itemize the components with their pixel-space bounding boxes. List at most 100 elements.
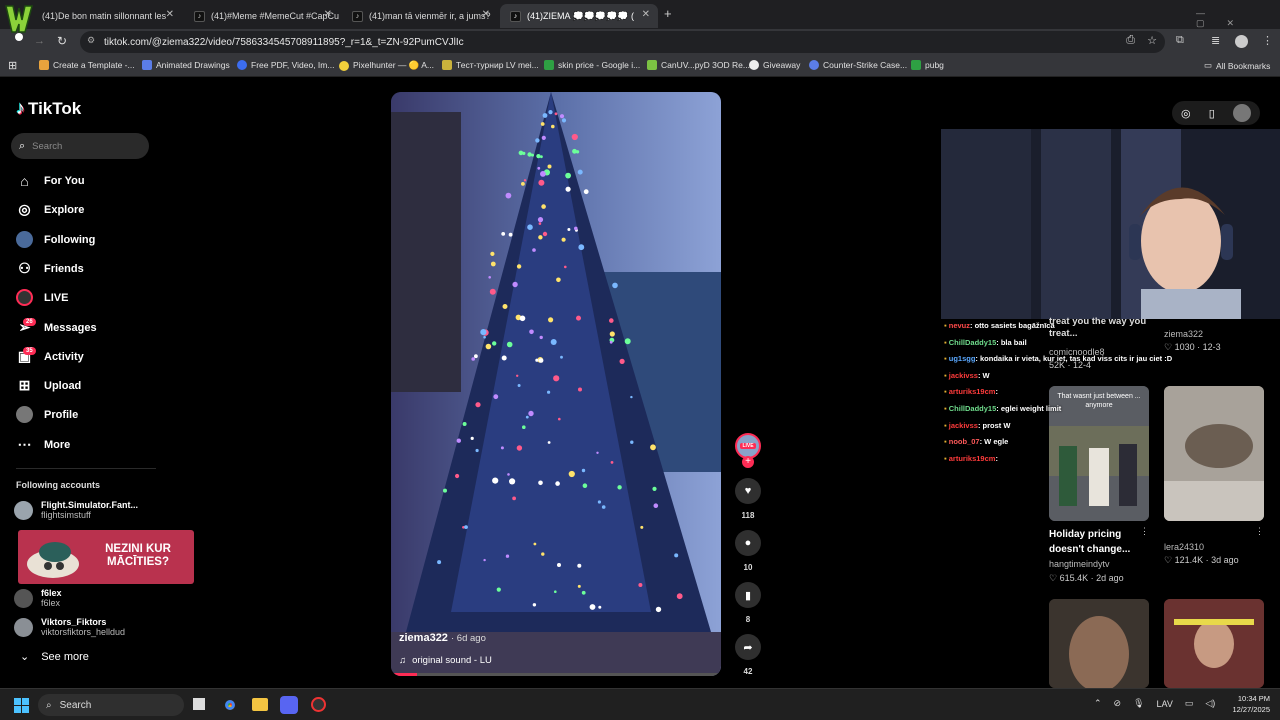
reload-icon[interactable]: ↻ bbox=[57, 34, 67, 48]
follow-plus-icon[interactable]: + bbox=[742, 456, 754, 468]
clock[interactable]: 10:34 PM 12/27/2025 bbox=[1222, 693, 1270, 715]
bookmark-item[interactable]: Create a Template -... bbox=[39, 60, 135, 70]
device-icon[interactable]: ▯ bbox=[1209, 107, 1215, 120]
video-sound[interactable]: ♫ original sound - LU bbox=[399, 655, 492, 666]
monitor-icon[interactable]: ▭ bbox=[1185, 698, 1194, 709]
more-options-icon[interactable]: ⋮ bbox=[1255, 526, 1264, 537]
taskbar-search[interactable]: ⌕ Search bbox=[38, 694, 184, 716]
tree-light bbox=[583, 189, 589, 195]
recommendation-author[interactable]: hangtimeindytv bbox=[1049, 559, 1110, 569]
forward-icon[interactable]: → bbox=[34, 35, 45, 47]
video-author[interactable]: ziema322 · 6d ago bbox=[399, 632, 486, 644]
tree-light bbox=[581, 590, 586, 595]
extensions-icon[interactable]: ⧉ bbox=[1176, 34, 1184, 47]
close-icon[interactable]: ✕ bbox=[482, 9, 490, 20]
new-tab-button[interactable]: + bbox=[664, 6, 672, 21]
network-off-icon[interactable]: ⊘ bbox=[1114, 698, 1122, 709]
more-options-icon[interactable]: ⋮ bbox=[1140, 526, 1149, 537]
account-item[interactable]: f6lex f6lex bbox=[14, 588, 62, 608]
bookmark-item[interactable]: skin price - Google i... bbox=[544, 60, 640, 70]
tree-light bbox=[505, 554, 510, 558]
file-explorer-icon[interactable] bbox=[252, 698, 268, 711]
recommendation-card[interactable] bbox=[1164, 386, 1264, 521]
volume-icon[interactable]: ◁) bbox=[1205, 698, 1215, 709]
search-input[interactable]: Search bbox=[32, 141, 62, 152]
maximize-icon[interactable]: ▢ bbox=[1196, 18, 1227, 28]
tree-light bbox=[589, 604, 596, 610]
bookmark-item[interactable]: Animated Drawings bbox=[142, 60, 230, 70]
ad-banner[interactable]: NEZINI KUR MĀCĪTIES? bbox=[18, 530, 194, 584]
all-bookmarks-button[interactable]: ▭ All Bookmarks bbox=[1204, 60, 1270, 71]
nav-upload[interactable]: ⊞ Upload bbox=[16, 377, 82, 394]
explore-compass-icon[interactable]: ◎ bbox=[1181, 107, 1191, 120]
nav-explore[interactable]: ◎ Explore bbox=[16, 201, 84, 218]
close-icon[interactable]: ✕ bbox=[642, 9, 650, 20]
video-player[interactable]: ziema322 · 6d ago ♫ original sound - LU bbox=[391, 92, 721, 676]
save-button[interactable]: ▮ bbox=[735, 582, 761, 608]
account-item[interactable]: Viktors_Fiktors viktorsfiktors_helldud bbox=[14, 617, 125, 637]
search-box[interactable]: ⌕ Search bbox=[11, 133, 149, 159]
recommendation-card[interactable] bbox=[1049, 599, 1149, 688]
site-info-icon[interactable]: ⚙ bbox=[87, 35, 95, 46]
bookmark-item[interactable]: Pixelhunter — 🟡 A... bbox=[339, 60, 434, 71]
menu-kebab-icon[interactable]: ⋮ bbox=[1262, 34, 1273, 47]
tree-light bbox=[508, 232, 513, 237]
recommendation-card[interactable] bbox=[1164, 599, 1264, 688]
account-item[interactable]: Flight.Simulator.Fant... flightsimstuff bbox=[14, 500, 138, 520]
bookmark-item[interactable]: Тест-турнир LV mei... bbox=[442, 60, 539, 70]
nav-more[interactable]: ⋯ More bbox=[16, 436, 71, 453]
recommendation-title[interactable]: Holiday pricing doesn't change... bbox=[1049, 527, 1139, 557]
tiktok-logo[interactable]: ♪ TikTok bbox=[16, 98, 81, 119]
discord-icon[interactable] bbox=[280, 696, 298, 714]
microphone-icon[interactable]: 🎙 bbox=[1133, 698, 1144, 709]
nav-live[interactable]: LIVE bbox=[16, 289, 68, 306]
user-avatar[interactable] bbox=[1232, 104, 1251, 122]
nav-following[interactable]: Following bbox=[16, 231, 95, 248]
recommendation-author[interactable]: lera24310 bbox=[1164, 542, 1204, 552]
media-controls-icon[interactable]: ≣ bbox=[1211, 34, 1220, 47]
tree-light bbox=[512, 496, 516, 501]
bookmark-item[interactable]: Free PDF, Video, Im... bbox=[237, 60, 334, 70]
nav-for-you[interactable]: ⌂ For You bbox=[16, 172, 84, 189]
app-icon[interactable] bbox=[311, 697, 326, 712]
video-progress-bar[interactable] bbox=[391, 673, 721, 676]
recommendation-author[interactable]: ziema322 bbox=[1164, 329, 1203, 339]
chevron-up-icon[interactable]: ⌃ bbox=[1094, 698, 1102, 709]
mascot-illustration-icon bbox=[27, 542, 79, 578]
close-window-icon[interactable]: ✕ bbox=[1227, 18, 1257, 28]
chrome-icon[interactable] bbox=[222, 697, 238, 713]
profile-avatar-icon[interactable] bbox=[1235, 35, 1248, 48]
tree-light bbox=[581, 468, 586, 473]
tree-light bbox=[507, 473, 510, 476]
tab-2[interactable]: ♪ (41)#Meme #MemeCut #CapCu ✕ bbox=[184, 4, 340, 28]
comment-button[interactable]: ● bbox=[735, 530, 761, 556]
tree-light bbox=[492, 341, 497, 346]
bookmark-item[interactable]: Counter-Strike Case... bbox=[809, 60, 907, 70]
close-icon[interactable]: ✕ bbox=[324, 9, 332, 20]
nav-friends[interactable]: ⚇ Friends bbox=[16, 260, 84, 277]
bookmark-item[interactable]: pubg bbox=[911, 60, 944, 70]
chat-message: ▪ noob_07: W egle bbox=[944, 437, 1008, 446]
nav-profile[interactable]: Profile bbox=[16, 406, 78, 423]
recommendation-card[interactable]: That wasnt just between ... anymore bbox=[1049, 386, 1149, 521]
recommendation-title[interactable]: treat you the way you treat... bbox=[1049, 316, 1149, 340]
bookmark-star-icon[interactable]: ☆ bbox=[1147, 34, 1157, 47]
apps-grid-icon[interactable]: ⊞ bbox=[8, 59, 17, 72]
tab-4-active[interactable]: ♪ (41)ZIEMA 💭💭💭💭💭 ( ✕ bbox=[500, 4, 658, 28]
see-more-button[interactable]: ⌄ See more bbox=[20, 650, 89, 664]
close-icon[interactable]: ✕ bbox=[166, 9, 174, 20]
language-indicator[interactable]: LAV bbox=[1157, 699, 1173, 709]
like-button[interactable]: ♥ bbox=[735, 478, 761, 504]
install-app-icon[interactable]: ⎙ bbox=[1126, 34, 1135, 47]
tree-light bbox=[480, 329, 487, 336]
url-bar[interactable]: ⚙ tiktok.com/@ziema322/video/75863345457… bbox=[80, 31, 1165, 53]
task-view-icon[interactable] bbox=[193, 698, 205, 710]
minimize-icon[interactable]: — bbox=[1196, 8, 1227, 18]
bookmark-item[interactable]: Giveaway bbox=[749, 60, 800, 70]
tab-1[interactable]: (41)De bon matin sillonnant les ✕ bbox=[32, 4, 182, 28]
tab-3[interactable]: ♪ (41)man tā vienmēr ir, a jums? ✕ bbox=[342, 4, 498, 28]
share-button[interactable]: ➦ bbox=[735, 634, 761, 660]
bookmark-item[interactable]: CanUV...pyD 3OD Re... bbox=[647, 60, 750, 70]
windows-start-icon[interactable] bbox=[14, 698, 29, 713]
following-avatar-icon bbox=[16, 231, 33, 248]
